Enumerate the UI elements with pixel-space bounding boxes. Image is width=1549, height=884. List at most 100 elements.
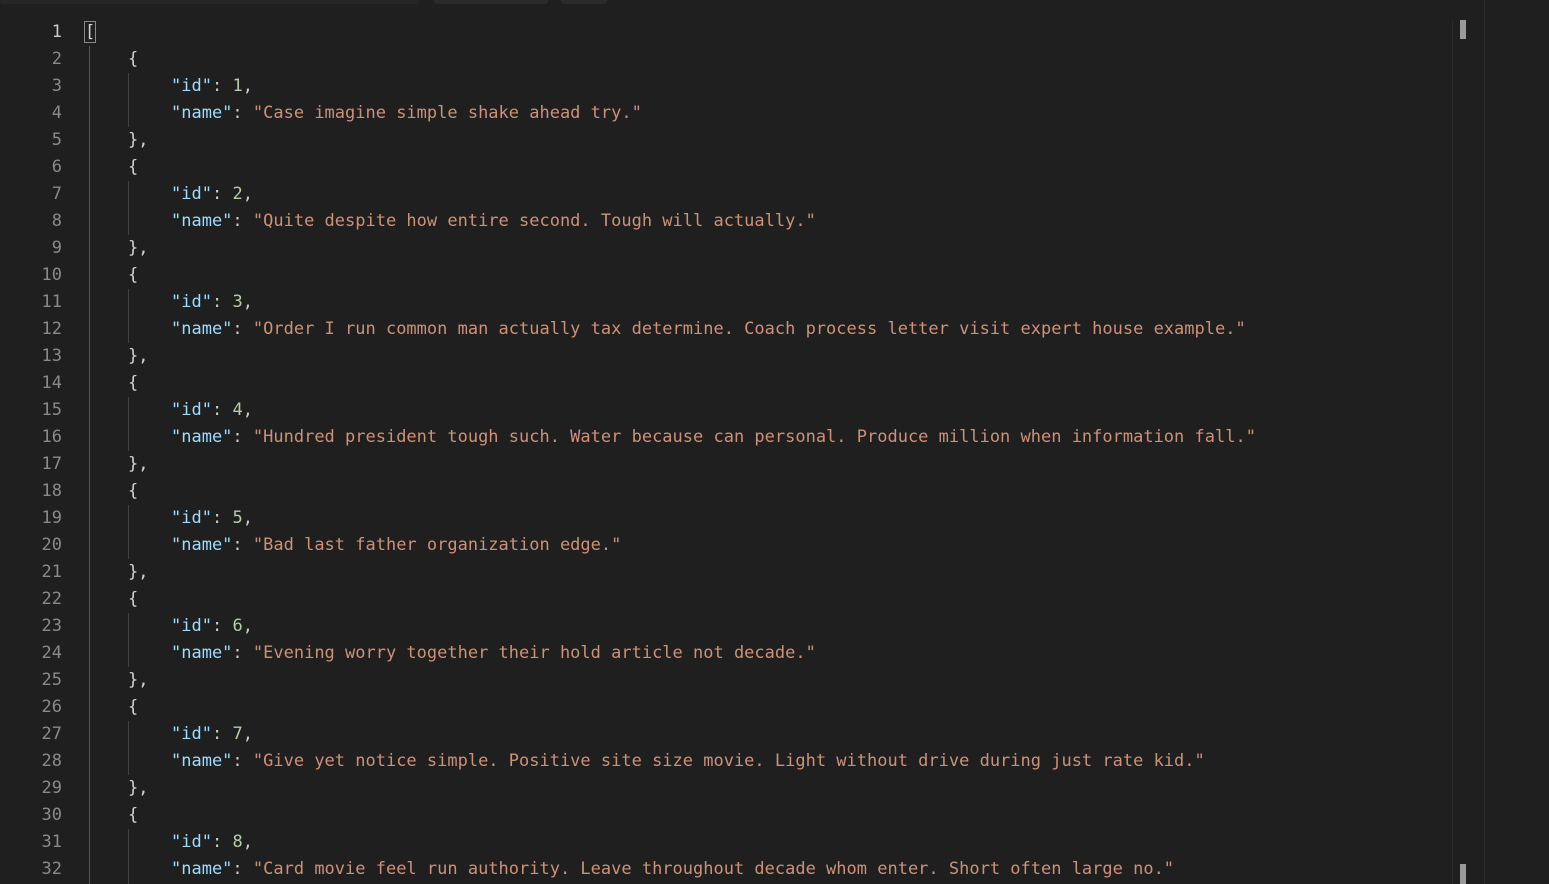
- code-line: },: [85, 343, 1445, 370]
- line-number: 3: [51, 76, 62, 96]
- line-number: 7: [51, 184, 62, 204]
- object-close-brace: },: [128, 130, 149, 150]
- code-line: [: [83, 19, 1445, 46]
- line-number: 27: [41, 724, 62, 744]
- line-number: 14: [41, 373, 62, 393]
- code-line: {: [85, 370, 1445, 397]
- open-bracket: [: [83, 21, 97, 43]
- line-number: 13: [41, 346, 62, 366]
- json-key: "name": [171, 427, 233, 447]
- indent-guide: [128, 613, 129, 667]
- line-number: 9: [51, 238, 62, 258]
- line-number: 23: [41, 616, 62, 636]
- tab[interactable]: [561, 0, 607, 4]
- tab-active[interactable]: [0, 0, 420, 4]
- code-line: {: [85, 586, 1445, 613]
- scrollbar-thumb[interactable]: [1460, 20, 1466, 39]
- line-number: 19: [41, 508, 62, 528]
- object-open-brace: {: [128, 157, 139, 177]
- object-open-brace: {: [128, 805, 139, 825]
- json-key: "name": [171, 103, 233, 123]
- line-number: 15: [41, 400, 62, 420]
- code-line: },: [85, 667, 1445, 694]
- line-number: 25: [41, 670, 62, 690]
- object-close-brace: },: [128, 454, 149, 474]
- code-line: "id": 4,: [85, 397, 1445, 424]
- json-number-value: 5: [232, 508, 243, 528]
- comma: ,: [242, 184, 253, 204]
- json-key: "name": [171, 859, 233, 879]
- json-key: "id": [171, 508, 212, 528]
- json-key: "name": [171, 319, 233, 339]
- json-string-value: "Give yet notice simple. Positive site s…: [252, 751, 1205, 771]
- line-number: 11: [41, 292, 62, 312]
- code-area[interactable]: [ {"id": 1, "name": "Case imagine simple …: [83, 19, 1445, 883]
- scrollbar-marker: [1460, 864, 1466, 884]
- code-line: "name": "Quite despite how entire second…: [85, 208, 1445, 235]
- indent-guide: [128, 397, 129, 451]
- line-number: 28: [41, 751, 62, 771]
- object-open-brace: {: [128, 589, 139, 609]
- code-line: "name": "Card movie feel run authority. …: [85, 856, 1445, 883]
- code-line: },: [85, 451, 1445, 478]
- json-string-value: "Case imagine simple shake ahead try.": [252, 103, 642, 123]
- json-number-value: 3: [232, 292, 243, 312]
- line-number: 2: [51, 49, 62, 69]
- code-line: "name": "Order I run common man actually…: [85, 316, 1445, 343]
- json-string-value: "Order I run common man actually tax det…: [252, 319, 1246, 339]
- line-number: 29: [41, 778, 62, 798]
- code-editor[interactable]: 1 2 3 4 5 6 7 8 9 10 11 12 13 14 15 16 17 18 19 20 21 22 23 24 2…: [0, 0, 1549, 884]
- json-key: "id": [171, 76, 212, 96]
- comma: ,: [242, 76, 253, 96]
- object-close-brace: },: [128, 778, 149, 798]
- colon: :: [232, 751, 253, 771]
- colon: :: [232, 211, 253, 231]
- code-line: {: [85, 46, 1445, 73]
- json-number-value: 1: [232, 76, 243, 96]
- vertical-scrollbar[interactable]: [1452, 19, 1453, 884]
- code-line: },: [85, 127, 1445, 154]
- object-close-brace: },: [128, 670, 149, 690]
- object-open-brace: {: [128, 373, 139, 393]
- line-number: 5: [51, 130, 62, 150]
- json-number-value: 6: [232, 616, 243, 636]
- json-key: "id": [171, 832, 212, 852]
- code-line: "id": 3,: [85, 289, 1445, 316]
- indent-guide: [89, 46, 90, 884]
- comma: ,: [242, 616, 253, 636]
- comma: ,: [242, 508, 253, 528]
- colon: :: [232, 427, 253, 447]
- json-key: "id": [171, 724, 212, 744]
- colon: :: [211, 400, 233, 420]
- line-number: 30: [41, 805, 62, 825]
- line-number: 1: [51, 22, 62, 42]
- code-line: },: [85, 235, 1445, 262]
- code-line: "id": 1,: [85, 73, 1445, 100]
- code-line: "name": "Bad last father organization ed…: [85, 532, 1445, 559]
- colon: :: [211, 508, 233, 528]
- code-line: {: [85, 694, 1445, 721]
- json-string-value: "Quite despite how entire second. Tough …: [252, 211, 816, 231]
- code-line: "id": 8,: [85, 829, 1445, 856]
- line-number: 21: [41, 562, 62, 582]
- object-close-brace: },: [128, 238, 149, 258]
- json-key: "name": [171, 751, 233, 771]
- object-close-brace: },: [128, 346, 149, 366]
- json-number-value: 8: [232, 832, 243, 852]
- line-number: 32: [41, 859, 62, 879]
- json-string-value: "Hundred president tough such. Water bec…: [252, 427, 1256, 447]
- line-number: 20: [41, 535, 62, 555]
- object-open-brace: {: [128, 49, 139, 69]
- line-number: 17: [41, 454, 62, 474]
- line-number: 12: [41, 319, 62, 339]
- code-line: "name": "Give yet notice simple. Positiv…: [85, 748, 1445, 775]
- colon: :: [211, 184, 233, 204]
- json-string-value: "Evening worry together their hold artic…: [252, 643, 816, 663]
- tab[interactable]: [434, 0, 548, 4]
- json-number-value: 2: [232, 184, 243, 204]
- colon: :: [232, 859, 253, 879]
- line-number: 26: [41, 697, 62, 717]
- colon: :: [211, 832, 233, 852]
- json-key: "name": [171, 535, 233, 555]
- code-line: "name": "Case imagine simple shake ahead…: [85, 100, 1445, 127]
